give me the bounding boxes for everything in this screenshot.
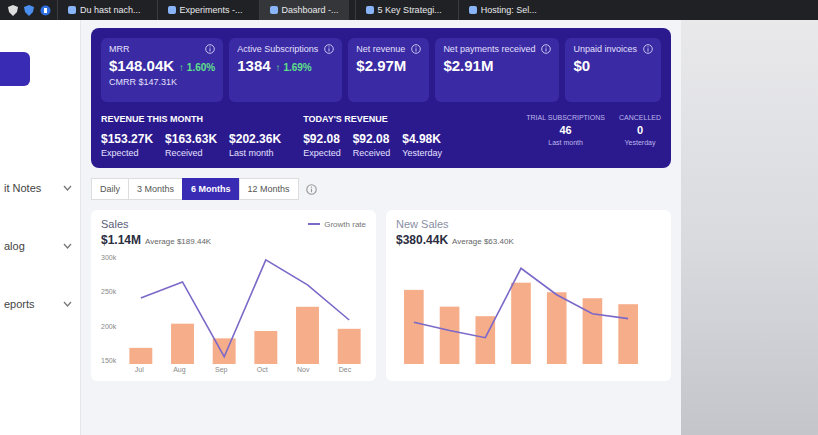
- bar-chart: [120, 254, 370, 364]
- growth-line: [414, 268, 628, 337]
- favicon-icon: [68, 6, 76, 14]
- count-stat: CANCELLED 0 Yesterday: [619, 114, 661, 146]
- metric-card[interactable]: Active Subscriptions 1384 ↑ 1.69%: [229, 38, 342, 102]
- info-icon[interactable]: [411, 44, 421, 54]
- circle-icon[interactable]: [40, 5, 51, 16]
- shield-icon[interactable]: [8, 5, 18, 16]
- sidebar-item[interactable]: alog: [0, 240, 80, 252]
- info-icon[interactable]: [541, 44, 551, 54]
- chart-bar[interactable]: [440, 307, 460, 364]
- y-axis: 300k250k200k150k: [101, 254, 116, 364]
- sidebar: it Notes alog eports: [0, 20, 81, 435]
- favicon-icon: [366, 6, 374, 14]
- chart-bar[interactable]: [511, 283, 531, 364]
- chart-bar[interactable]: [255, 331, 278, 364]
- revenue-stat: $92.08 Expected: [303, 132, 341, 158]
- info-icon[interactable]: [324, 44, 334, 54]
- growth-line: [141, 260, 349, 357]
- browser-tab[interactable]: Experiments -...: [157, 0, 253, 20]
- info-icon[interactable]: [643, 44, 653, 54]
- browser-tab[interactable]: Dashboard -...: [259, 0, 349, 20]
- favicon-icon: [469, 6, 477, 14]
- revenue-stat: $163.63K Received: [165, 132, 217, 158]
- browser-tab-bar: Du hast nach... Experiments -... Dashboa…: [0, 0, 818, 20]
- chevron-down-icon: [63, 243, 72, 249]
- chart-bar[interactable]: [583, 298, 603, 364]
- period-selector: Daily3 Months6 Months12 Months: [91, 178, 671, 200]
- chart-bar[interactable]: [618, 304, 638, 364]
- chart-bar[interactable]: [547, 292, 567, 364]
- browser-tab[interactable]: Du hast nach...: [57, 0, 151, 20]
- metric-card[interactable]: Unpaid invoices $0: [565, 38, 661, 102]
- metric-card[interactable]: MRR $148.04K ↑ 1.60% CMRR $147.31K: [101, 38, 223, 102]
- chart-bar[interactable]: [296, 307, 319, 364]
- revenue-stat: $92.08 Received: [353, 132, 391, 158]
- info-icon[interactable]: [205, 44, 215, 54]
- sidebar-active-item[interactable]: [0, 52, 30, 86]
- period-tab[interactable]: 12 Months: [239, 178, 299, 200]
- count-stat: TRIAL SUBSCRIPTIONS 46 Last month: [526, 114, 605, 146]
- chevron-down-icon: [63, 301, 72, 307]
- chart-bar[interactable]: [171, 324, 194, 364]
- sidebar-item[interactable]: eports: [0, 298, 80, 310]
- dashboard: MRR $148.04K ↑ 1.60% CMRR $147.31KActive…: [81, 20, 681, 435]
- bar-chart: [396, 254, 646, 364]
- chart-bar[interactable]: [404, 290, 424, 364]
- metric-card[interactable]: Net revenue $2.97M: [348, 38, 429, 102]
- chart-card: Sales Growth rate $1.14M Average $189.44…: [91, 210, 376, 381]
- favicon-icon: [270, 6, 278, 14]
- browser-tab[interactable]: 5 Key Strategi...: [355, 0, 452, 20]
- legend-line-icon: [308, 223, 320, 225]
- metric-card[interactable]: Net payments received $2.91M: [435, 38, 559, 102]
- sidebar-item[interactable]: it Notes: [0, 182, 80, 194]
- period-tab[interactable]: 6 Months: [182, 178, 240, 200]
- revenue-stat: $202.36K Last month: [229, 132, 281, 158]
- favicon-icon: [168, 6, 176, 14]
- browser-tab[interactable]: Hosting: Sel...: [458, 0, 547, 20]
- background: [681, 20, 818, 435]
- period-tab[interactable]: 3 Months: [128, 178, 183, 200]
- chart-card: New Sales $380.44K Average $63.40K: [386, 210, 671, 381]
- chart-bar[interactable]: [130, 348, 153, 364]
- screen: Du hast nach... Experiments -... Dashboa…: [0, 0, 818, 435]
- chevron-down-icon: [63, 185, 72, 191]
- revenue-group: TODAY'S REVENUE $92.08 Expected$92.08 Re…: [303, 114, 442, 158]
- chart-legend: Growth rate: [308, 220, 366, 229]
- revenue-stat: $153.27K Expected: [101, 132, 153, 158]
- x-axis: JulAugSepOctNovDec: [120, 364, 366, 373]
- shield-icon[interactable]: [24, 5, 34, 16]
- chart-bar[interactable]: [338, 329, 361, 364]
- revenue-group: REVENUE THIS MONTH $153.27K Expected$163…: [101, 114, 281, 158]
- period-tab[interactable]: Daily: [91, 178, 129, 200]
- revenue-stat: $4.98K Yesterday: [402, 132, 442, 158]
- summary-panel: MRR $148.04K ↑ 1.60% CMRR $147.31KActive…: [91, 28, 671, 168]
- info-icon[interactable]: [306, 184, 317, 195]
